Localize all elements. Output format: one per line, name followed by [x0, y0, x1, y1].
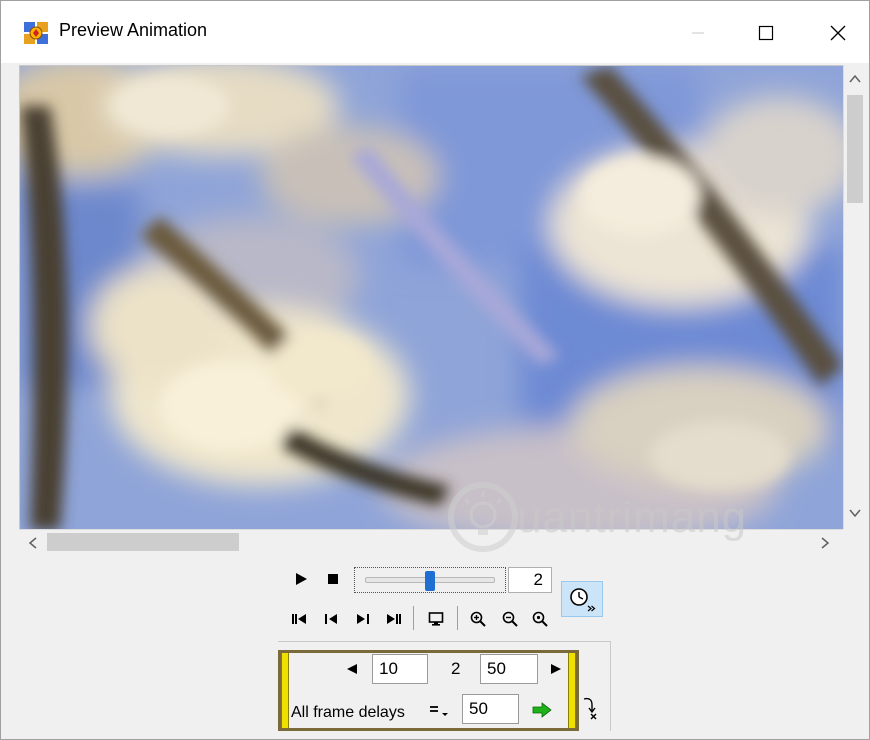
toolbar-separator	[457, 606, 458, 630]
frame-timing-panel: 10 2 50 All frame delays 50	[278, 650, 579, 731]
next-frame-button[interactable]	[353, 608, 373, 630]
frame-slider-thumb[interactable]	[425, 571, 435, 591]
minimize-button[interactable]	[675, 11, 721, 55]
vertical-scroll-thumb[interactable]	[847, 95, 863, 203]
previous-frame-delay-field[interactable]: 10	[372, 654, 428, 684]
title-bar[interactable]: Preview Animation	[1, 1, 869, 63]
toolbar-separator	[413, 606, 414, 630]
next-frame-delay-field[interactable]: 50	[480, 654, 538, 684]
frame-slider[interactable]	[354, 567, 506, 593]
zoom-in-button[interactable]	[467, 608, 489, 630]
scroll-down-icon[interactable]	[848, 507, 862, 519]
monitor-icon	[428, 612, 444, 626]
maximize-icon	[758, 25, 774, 41]
horizontal-scrollbar[interactable]	[19, 529, 843, 553]
previous-delay-button[interactable]	[343, 657, 361, 681]
scroll-up-icon[interactable]	[848, 73, 862, 85]
animation-app-icon	[24, 22, 48, 44]
highlight-bar-right	[568, 653, 576, 728]
zoom-actual-size-button[interactable]	[529, 608, 551, 630]
triangle-right-icon	[551, 664, 561, 674]
scroll-right-icon[interactable]	[819, 536, 831, 550]
window-title: Preview Animation	[59, 20, 208, 40]
close-button[interactable]	[815, 11, 861, 55]
zoom-in-icon	[470, 611, 486, 627]
triangle-left-icon	[347, 664, 357, 674]
preview-animation-window: Preview Animation uantrimang 2 10 2 50 A…	[0, 0, 870, 740]
timing-toggle-button[interactable]	[561, 581, 603, 617]
previous-frame-button[interactable]	[321, 608, 341, 630]
all-frame-delays-field[interactable]: 50	[462, 694, 519, 724]
apply-delays-button[interactable]	[531, 699, 553, 721]
equals-dropdown-icon	[430, 706, 448, 716]
play-icon	[296, 573, 307, 585]
next-frame-icon	[357, 614, 369, 624]
panel-frame-line	[610, 641, 611, 731]
current-frame-display: 2	[508, 567, 552, 593]
scroll-left-icon[interactable]	[27, 536, 39, 550]
previous-frame-icon	[325, 614, 337, 624]
animation-preview-canvas[interactable]	[19, 65, 843, 529]
stop-button[interactable]	[323, 569, 343, 589]
next-delay-button[interactable]	[547, 657, 565, 681]
panel-frame-number: 2	[451, 659, 461, 678]
delay-operation-dropdown[interactable]	[427, 699, 453, 723]
maximize-button[interactable]	[743, 11, 789, 55]
preview-image	[20, 66, 843, 529]
reset-delays-icon[interactable]	[581, 695, 599, 721]
first-frame-button[interactable]	[289, 608, 309, 630]
horizontal-scroll-thumb[interactable]	[47, 533, 239, 551]
minimize-icon	[692, 32, 704, 34]
play-button[interactable]	[291, 569, 311, 589]
green-arrow-right-icon	[532, 702, 552, 718]
clock-fast-forward-icon	[570, 588, 596, 612]
zoom-actual-icon	[532, 611, 548, 627]
zoom-out-button[interactable]	[499, 608, 521, 630]
panel-frame-line	[278, 641, 611, 642]
vertical-scrollbar[interactable]	[843, 65, 865, 529]
zoom-out-icon	[502, 611, 518, 627]
all-frame-delays-label: All frame delays	[291, 704, 405, 721]
close-icon	[830, 25, 846, 41]
highlight-bar-left	[281, 653, 289, 728]
last-frame-button[interactable]	[383, 608, 405, 630]
preview-screen-button[interactable]	[425, 608, 447, 630]
stop-icon	[328, 574, 338, 584]
last-frame-icon	[387, 614, 401, 624]
first-frame-icon	[292, 614, 306, 624]
scrollbar-corner	[843, 529, 865, 553]
